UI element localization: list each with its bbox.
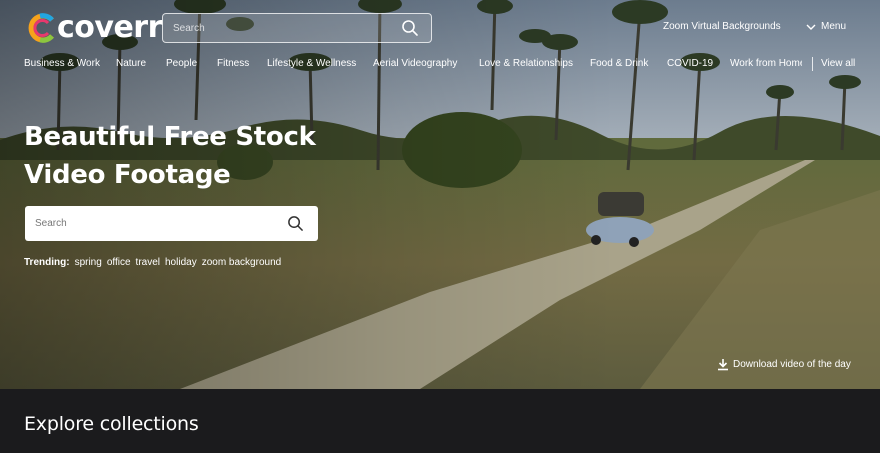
logo-wordmark: coverr [57,10,162,45]
download-video-of-the-day[interactable]: Download video of the day [717,358,851,371]
logo-mark-icon [28,13,54,43]
header-search-box[interactable] [162,13,432,43]
trending-label: Trending: [24,257,70,268]
trending-tag-spring[interactable]: spring [75,257,102,268]
view-all-link[interactable]: View all [821,58,855,69]
category-link-lifestyle-wellness[interactable]: Lifestyle & Wellness [267,58,356,69]
hero-search-input[interactable] [35,206,275,241]
download-label: Download video of the day [733,359,851,370]
trending-tag-travel[interactable]: travel [136,257,160,268]
category-link-aerial-videography[interactable]: Aerial Videography [373,58,457,69]
category-link-work-from-home[interactable]: Work from Home [730,58,802,69]
explore-collections-title: Explore collections [24,413,199,435]
nav-divider [812,57,813,71]
header-search-input[interactable] [173,14,393,42]
chevron-down-icon [806,24,816,30]
coverr-logo[interactable]: coverr [26,12,162,44]
menu-label: Menu [821,21,847,32]
hero-title: Beautiful Free Stock Video Footage [24,122,316,190]
zoom-virtual-backgrounds-link[interactable]: Zoom Virtual Backgrounds [663,21,781,32]
hero-section: coverr Zoom Virtual Backgrounds Menu Bus… [0,0,880,389]
category-link-covid-19[interactable]: COVID-19 [667,58,713,69]
trending-searches: Trending: spring office travel holiday z… [24,257,281,268]
trending-tag-office[interactable]: office [107,257,131,268]
download-icon [718,359,728,371]
explore-collections-section: Explore collections [0,389,880,453]
category-link-business-work[interactable]: Business & Work [24,58,100,69]
trending-tag-holiday[interactable]: holiday [165,257,197,268]
hero-search-box[interactable] [25,206,318,241]
category-navigation: Business & Work Nature People Fitness Li… [0,57,880,72]
trending-tag-zoom-background[interactable]: zoom background [202,257,282,268]
category-link-nature[interactable]: Nature [116,58,146,69]
search-icon[interactable] [401,19,419,37]
category-link-food-drink[interactable]: Food & Drink [590,58,648,69]
top-navigation-bar: coverr Zoom Virtual Backgrounds Menu [0,0,880,56]
category-link-people[interactable]: People [166,58,197,69]
category-link-love-relationships[interactable]: Love & Relationships [479,58,573,69]
menu-button[interactable]: Menu [806,21,846,32]
category-link-fitness[interactable]: Fitness [217,58,249,69]
search-icon[interactable] [287,215,304,232]
